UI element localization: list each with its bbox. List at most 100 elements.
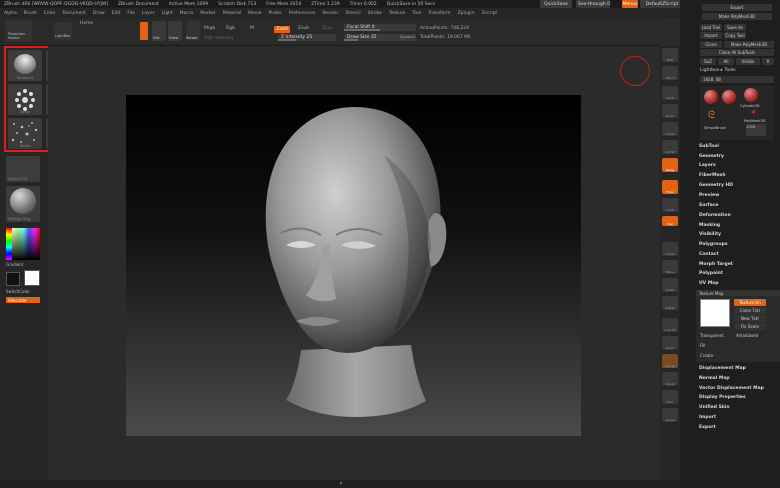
rotate-button[interactable]: Rotate <box>186 21 200 41</box>
fill-button[interactable]: Fill <box>700 343 705 348</box>
clone-txtr-button[interactable]: Clone Txtr <box>734 307 766 314</box>
xyz-button[interactable]: Xyz <box>662 216 678 226</box>
polymesh-star-icon[interactable]: ✶ <box>750 108 762 118</box>
brush-standard[interactable]: Standard <box>8 50 42 81</box>
dynamic-button[interactable]: Dynamic <box>400 35 415 39</box>
hue-strip[interactable] <box>6 228 12 260</box>
see-through-slider[interactable]: See-through 0 <box>576 0 610 8</box>
new-txtr-button[interactable]: New Txtr <box>734 315 766 322</box>
menu-masking[interactable]: Masking <box>699 223 720 228</box>
menu-item[interactable]: Zscript <box>482 11 498 16</box>
lightbox-button[interactable]: LightBox <box>54 22 72 40</box>
menu-item[interactable]: Layer <box>142 11 155 16</box>
menu-polygroups[interactable]: Polygroups <box>699 242 728 247</box>
bpr-button[interactable]: BPR <box>662 48 678 62</box>
scale-button[interactable]: Scale <box>662 278 678 292</box>
quicksave-button[interactable]: QuickSave <box>540 0 572 8</box>
menu-layers[interactable]: Layers <box>699 163 716 168</box>
menu-item[interactable]: Material <box>223 11 241 16</box>
alternate-button[interactable]: Alternate <box>6 297 40 303</box>
r-button[interactable]: R <box>762 58 774 65</box>
clone-button[interactable]: Clone <box>700 41 722 48</box>
menu-fibermesh[interactable]: FiberMesh <box>699 173 726 178</box>
menu-normal-map[interactable]: Normal Map <box>699 376 730 381</box>
spix-button[interactable]: SPix 3 <box>662 66 678 80</box>
persp-button[interactable]: Persp <box>662 158 678 172</box>
make-polymesh3d-button[interactable]: Make PolyMesh3D <box>724 41 774 48</box>
ghost-button[interactable]: Ghost <box>662 372 678 386</box>
color-picker[interactable] <box>6 228 40 260</box>
aahalf-button[interactable]: AAHalf <box>662 140 678 154</box>
menu-item[interactable]: Tool <box>412 11 421 16</box>
mrgb-button[interactable]: Mrgb <box>204 26 215 31</box>
cylinder-thumb[interactable] <box>744 88 758 102</box>
all-button[interactable]: All <box>718 58 734 65</box>
menu-item[interactable]: Color <box>44 11 56 16</box>
lightbox-tools-label[interactable]: Lightbox ▸ Tools <box>700 68 736 73</box>
menu-contact[interactable]: Contact <box>699 252 719 257</box>
goz-button[interactable]: GoZ <box>700 58 716 65</box>
menu-export[interactable]: Export <box>699 425 716 430</box>
focal-shift-slider[interactable]: Focal Shift 0 <box>344 24 416 31</box>
transp-button[interactable]: Transp <box>662 354 678 368</box>
create-button[interactable]: Create <box>700 353 713 358</box>
local-button[interactable]: Local <box>662 198 678 212</box>
fix-seam-button[interactable]: Fix Seam <box>734 323 766 330</box>
menu-displacement-map[interactable]: Displacement Map <box>699 366 746 371</box>
secondary-color-swatch[interactable] <box>6 272 20 286</box>
menu-surface[interactable]: Surface <box>699 203 718 208</box>
menu-item[interactable]: Stroke <box>368 11 382 16</box>
zoom-button[interactable]: Zoom <box>662 104 678 118</box>
stroke-spray[interactable]: Spray <box>8 84 42 115</box>
rgb-intensity-slider[interactable]: Rgb Intensity <box>204 36 234 41</box>
menu-unified-skin[interactable]: Unified Skin <box>699 405 730 410</box>
make-polymesh-button[interactable]: Make PolyMesh3D <box>702 13 772 20</box>
menu-item[interactable]: Zplugin <box>458 11 475 16</box>
scroll-button[interactable]: Scroll <box>662 86 678 100</box>
menu-deformation[interactable]: Deformation <box>699 213 731 218</box>
menu-item[interactable]: File <box>127 11 135 16</box>
document-viewport[interactable] <box>126 95 581 436</box>
menu-subtool[interactable]: SubTool <box>699 144 719 149</box>
copy-tool-button[interactable]: Copy Tool <box>724 32 746 39</box>
tray-toggle-icon[interactable]: ▾ <box>336 482 346 487</box>
menu-display-properties[interactable]: Display Properties <box>699 395 746 400</box>
texture-map-header[interactable]: Texture Map <box>696 290 780 296</box>
menu-preview[interactable]: Preview <box>699 193 719 198</box>
export-button[interactable]: Export <box>702 4 772 11</box>
menu-item[interactable]: Edit <box>112 11 121 16</box>
menu-visibility[interactable]: Visibility <box>699 232 721 237</box>
menu-item[interactable]: Document <box>63 11 86 16</box>
tool-thumb-sphere-1[interactable] <box>704 90 718 104</box>
load-tool-button[interactable]: Load Tool <box>700 24 722 31</box>
menu-uv-map[interactable]: UV Map <box>699 281 718 286</box>
clone-all-subtools-button[interactable]: Clone All SubTools <box>700 49 774 56</box>
menu-item[interactable]: Draw <box>93 11 105 16</box>
polyf-button[interactable]: PolyF <box>662 336 678 350</box>
menu-item[interactable]: Marker <box>200 11 216 16</box>
menu-item[interactable]: Stencil <box>345 11 360 16</box>
antialiased-toggle[interactable]: Antialiased <box>736 333 758 338</box>
menu-item[interactable]: Texture <box>389 11 405 16</box>
tool-thumb-1928[interactable]: 1928 <box>746 124 766 136</box>
transparent-toggle[interactable]: Transparent <box>700 333 724 338</box>
switch-color-button[interactable]: SwitchColor <box>6 289 30 294</box>
frame-button[interactable]: Frame <box>662 242 678 256</box>
menu-polypaint[interactable]: Polypaint <box>699 271 723 276</box>
xpose-button[interactable]: Xpose <box>662 408 678 422</box>
menu-geometry[interactable]: Geometry <box>699 154 724 159</box>
alpha-button[interactable]: Alpha <box>8 118 42 149</box>
home-label[interactable]: Home <box>80 21 93 26</box>
projection-master-button[interactable]: Projection Master <box>6 20 32 42</box>
draw-button[interactable]: Draw <box>168 21 182 41</box>
zadd-button[interactable]: Zadd <box>274 26 290 33</box>
menus-toggle[interactable]: Menus <box>622 0 638 8</box>
menu-geometry-hd[interactable]: Geometry HD <box>699 183 733 188</box>
menu-item[interactable]: Transform <box>428 11 450 16</box>
zcut-button[interactable]: Zcut <box>322 26 332 31</box>
default-zscript[interactable]: DefaultZScript <box>640 0 684 8</box>
menu-item[interactable]: Preferences <box>289 11 315 16</box>
menu-vector-displacement-map[interactable]: Vector Displacement Map <box>699 386 764 391</box>
menu-item[interactable]: Light <box>161 11 172 16</box>
current-tool-name[interactable]: 1928. 48 <box>700 76 774 83</box>
